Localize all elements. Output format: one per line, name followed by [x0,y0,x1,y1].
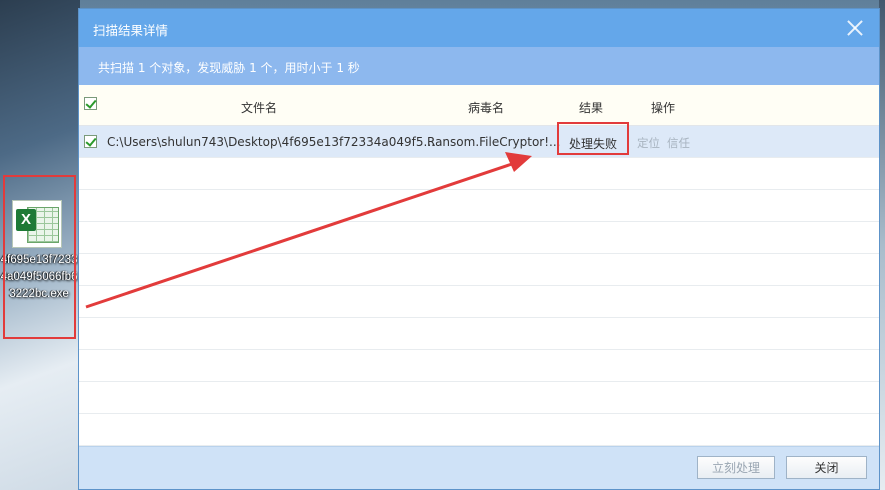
row-filename: C:\Users\shulun743\Desktop\4f695e13f7233… [107,135,435,149]
column-header-action: 操作 [651,101,676,115]
table-row-empty [79,190,879,222]
dialog-footer: 立刻处理 关闭 [79,446,879,489]
close-button[interactable]: 关闭 [786,456,867,479]
table-row-empty [79,318,879,350]
column-header-filename: 文件名 [241,101,278,115]
table-header: 文件名 病毒名 结果 操作 [79,85,879,126]
row-checkbox[interactable] [84,135,97,148]
desktop-file-highlight-box [3,175,76,339]
table-row[interactable]: C:\Users\shulun743\Desktop\4f695e13f7233… [79,122,879,158]
process-now-button[interactable]: 立刻处理 [697,456,775,479]
table-row-empty [79,414,879,446]
column-header-result: 结果 [579,101,604,115]
trust-link[interactable]: 信任 [667,135,690,151]
scan-summary-text: 共扫描 1 个对象，发现威胁 1 个，用时小于 1 秒 [98,61,360,75]
locate-link[interactable]: 定位 [637,135,660,151]
dialog-titlebar[interactable]: 扫描结果详情 [79,9,879,47]
column-header-virus: 病毒名 [468,101,505,115]
table-row-empty [79,350,879,382]
scan-result-dialog: 扫描结果详情 共扫描 1 个对象，发现威胁 1 个，用时小于 1 秒 文件名 病… [78,8,880,490]
table-row-empty [79,222,879,254]
dialog-title: 扫描结果详情 [93,23,169,38]
table-row-empty [79,286,879,318]
table-row-empty [79,158,879,190]
close-icon[interactable] [845,18,865,38]
scan-summary-bar: 共扫描 1 个对象，发现威胁 1 个，用时小于 1 秒 [79,47,879,85]
row-virus-name: Ransom.FileCryptor!... [427,135,561,149]
table-row-empty [79,254,879,286]
row-result: 处理失败 [569,137,618,151]
select-all-checkbox[interactable] [84,97,97,110]
table-row-empty [79,382,879,414]
